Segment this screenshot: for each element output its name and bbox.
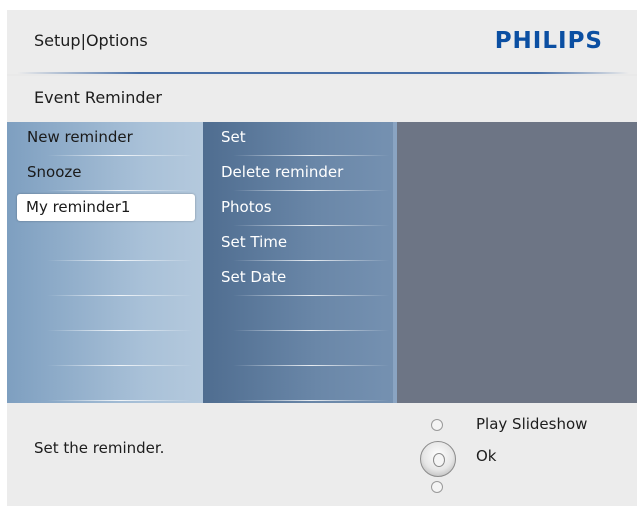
- menu-item-label: Snooze: [27, 163, 82, 181]
- menu-item-label: Delete reminder: [221, 163, 344, 181]
- menu-item-label: Set Date: [221, 268, 287, 286]
- separator: [47, 330, 193, 331]
- separator: [233, 260, 389, 261]
- menu-item-empty: [203, 367, 393, 401]
- separator: [233, 330, 389, 331]
- header: Setup|Options PHILIPS: [7, 10, 637, 74]
- menu-area: New reminder Snooze My reminder1 Set Del…: [7, 122, 637, 403]
- separator: [233, 225, 389, 226]
- philips-logo: PHILIPS: [494, 28, 603, 54]
- frame: Setup|Options PHILIPS Event Reminder New…: [7, 10, 637, 506]
- hint-ok: Ok: [476, 447, 497, 465]
- menu-item-empty: [7, 227, 203, 261]
- menu-column-actions: Set Delete reminder Photos Set Time Set …: [203, 122, 393, 403]
- menu-item-delete-reminder[interactable]: Delete reminder: [203, 157, 393, 191]
- menu-item-empty: [203, 297, 393, 331]
- menu-item-label: New reminder: [27, 128, 133, 146]
- menu-column-reminders: New reminder Snooze My reminder1: [7, 122, 203, 403]
- menu-item-photos[interactable]: Photos: [203, 192, 393, 226]
- separator: [47, 260, 193, 261]
- section-header: Event Reminder: [7, 76, 637, 122]
- separator: [233, 190, 389, 191]
- separator: [233, 400, 389, 401]
- menu-item-label: My reminder1: [26, 198, 131, 216]
- hint-play-slideshow: Play Slideshow: [476, 415, 588, 433]
- separator: [47, 400, 193, 401]
- nav-up-icon[interactable]: [431, 419, 443, 431]
- ok-button-icon[interactable]: [420, 441, 456, 477]
- menu-item-new-reminder[interactable]: New reminder: [7, 122, 203, 156]
- nav-down-icon[interactable]: [431, 481, 443, 493]
- help-text: Set the reminder.: [34, 439, 165, 457]
- navigation-pad: [417, 417, 467, 497]
- menu-item-empty: [203, 332, 393, 366]
- menu-item-empty: [7, 262, 203, 296]
- menu-item-label: Set: [221, 128, 246, 146]
- preview-panel: [397, 122, 637, 403]
- menu-item-empty: [7, 332, 203, 366]
- ok-center-icon: [433, 453, 445, 467]
- menu-item-empty: [7, 297, 203, 331]
- menu-item-empty: [7, 367, 203, 401]
- section-title: Event Reminder: [34, 88, 162, 107]
- menu-item-snooze[interactable]: Snooze: [7, 157, 203, 191]
- menu-item-set-time[interactable]: Set Time: [203, 227, 393, 261]
- separator: [47, 365, 193, 366]
- separator: [233, 295, 389, 296]
- menu-item-set-date[interactable]: Set Date: [203, 262, 393, 296]
- screen: Setup|Options PHILIPS Event Reminder New…: [0, 0, 644, 506]
- separator: [233, 365, 389, 366]
- menu-item-set[interactable]: Set: [203, 122, 393, 156]
- separator: [47, 190, 193, 191]
- menu-item-label: Photos: [221, 198, 272, 216]
- footer: Set the reminder. Play Slideshow Ok: [7, 403, 637, 506]
- separator: [47, 155, 193, 156]
- menu-item-label: Set Time: [221, 233, 288, 251]
- separator: [47, 295, 193, 296]
- menu-item-my-reminder1[interactable]: My reminder1: [7, 192, 203, 226]
- separator: [233, 155, 389, 156]
- header-divider: [17, 72, 629, 74]
- breadcrumb-title: Setup|Options: [34, 31, 148, 50]
